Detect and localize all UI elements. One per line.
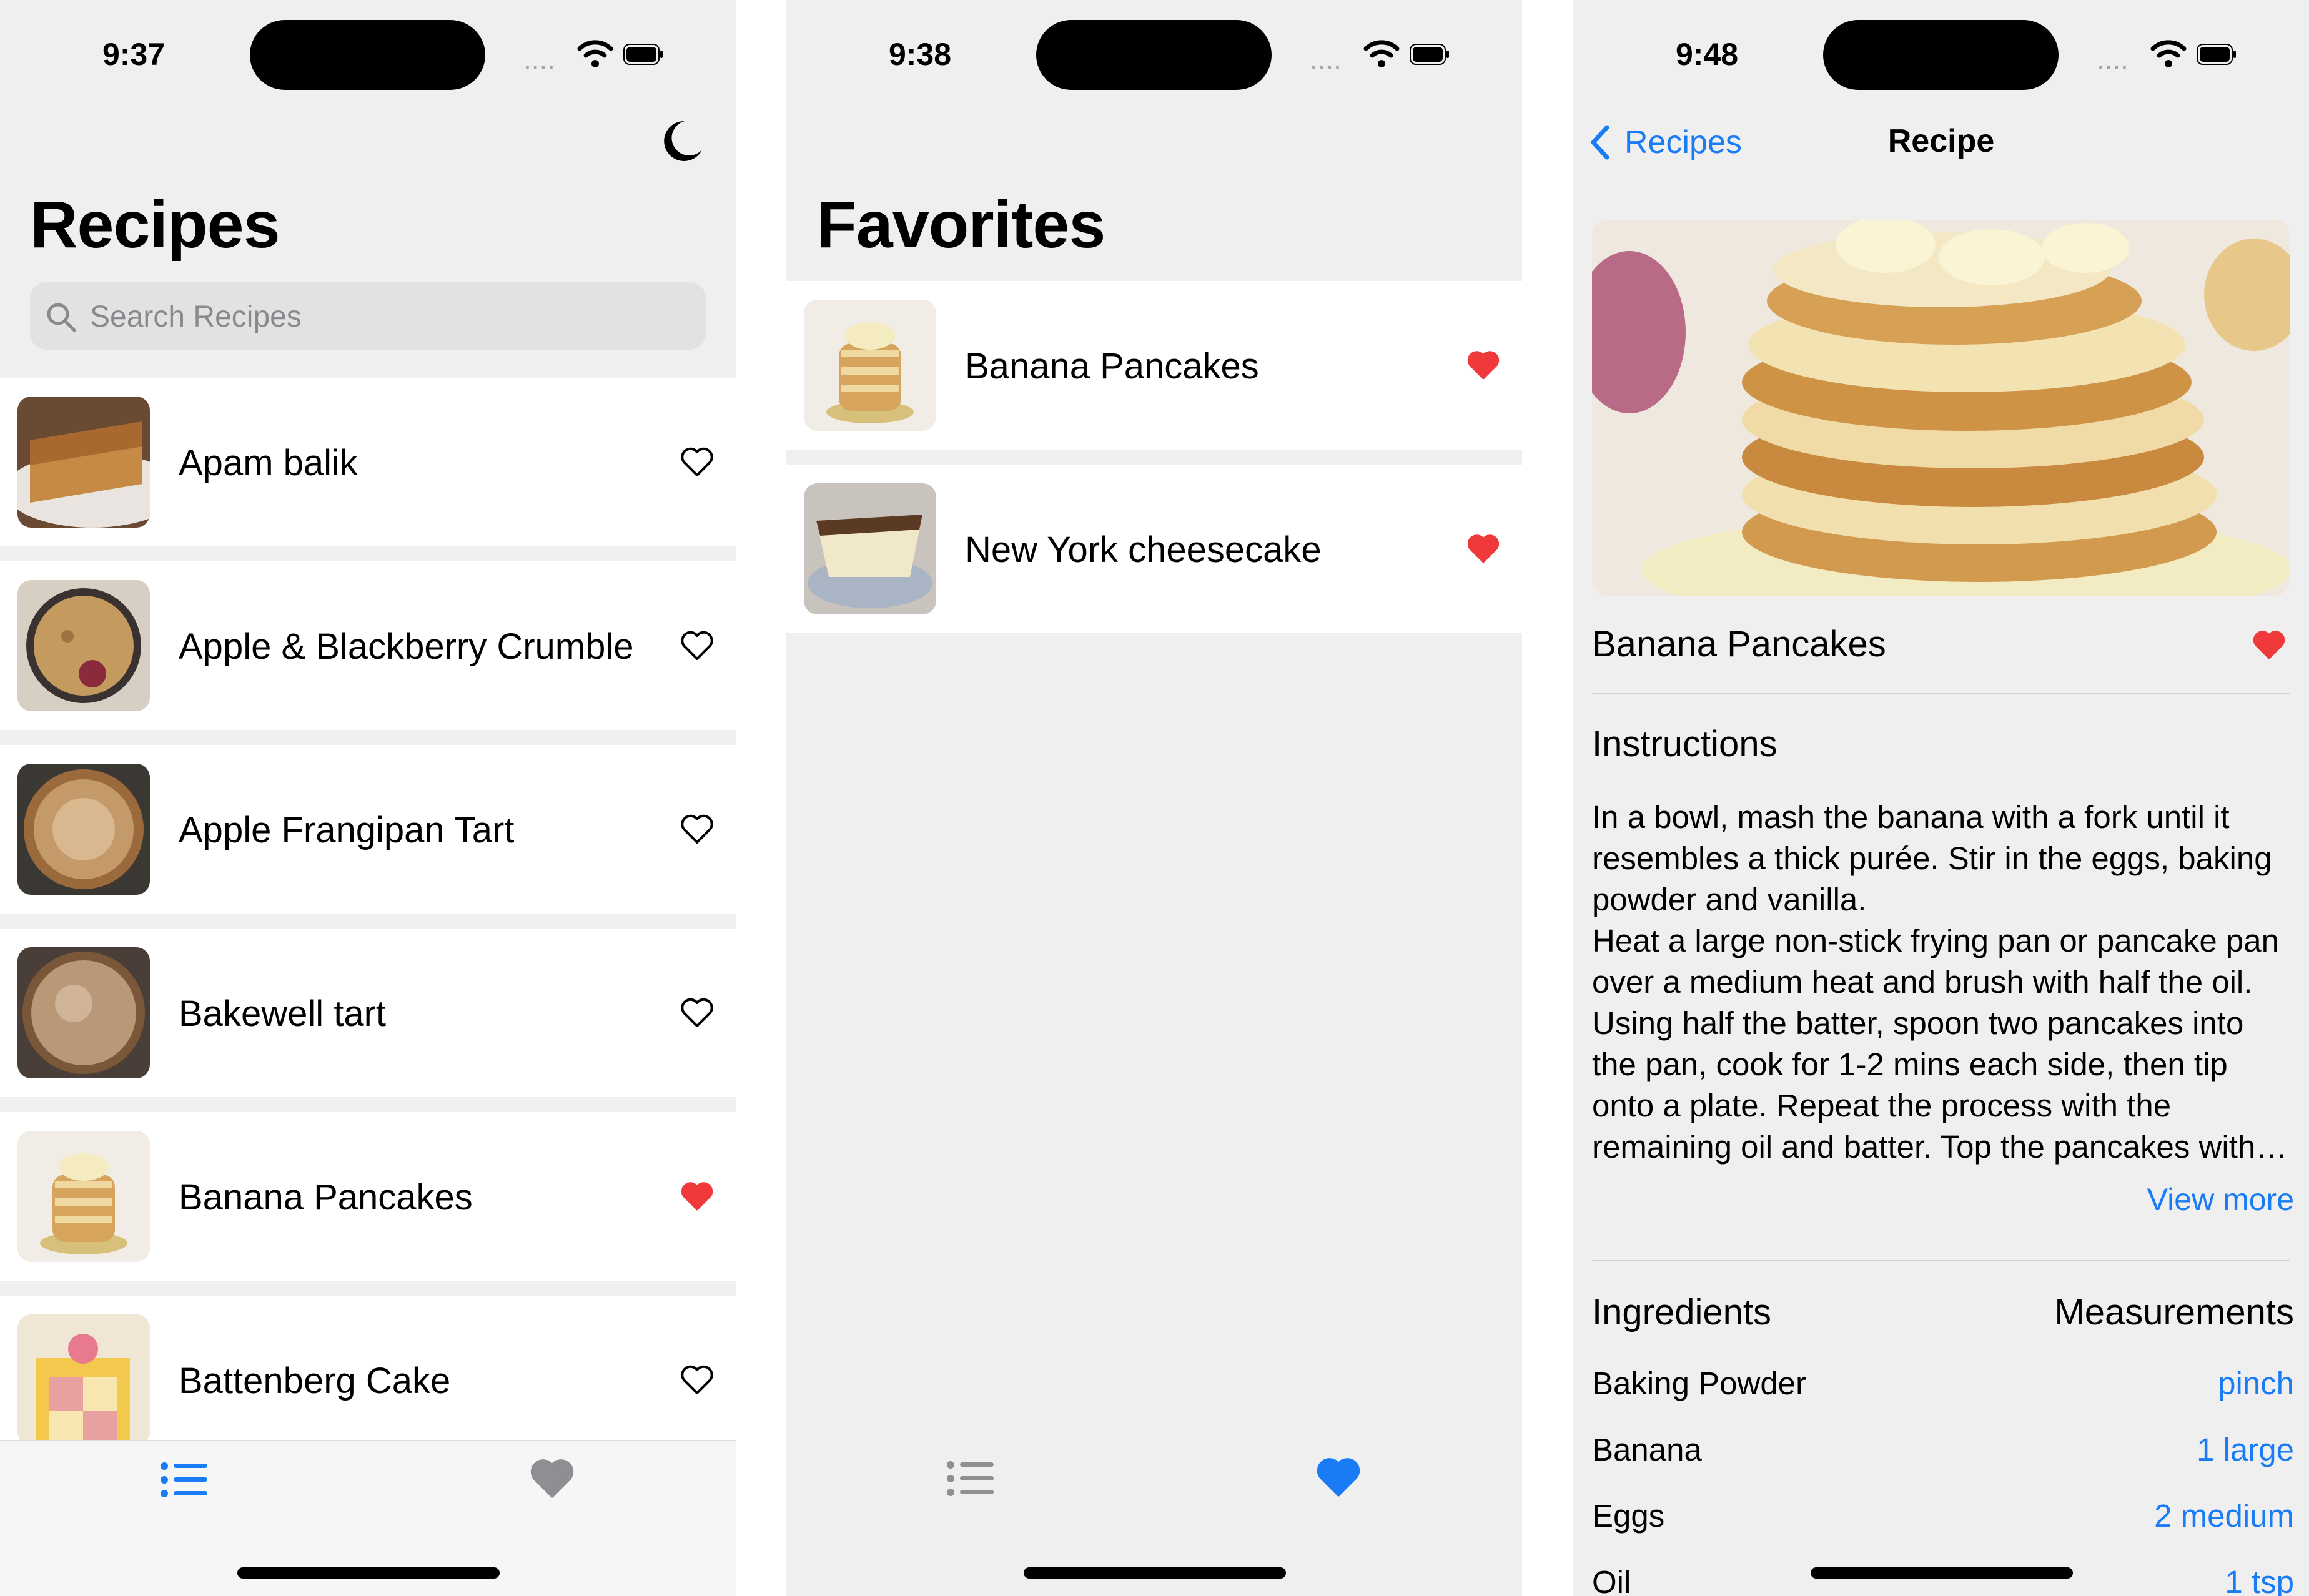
search-field[interactable]: Search Recipes [30,282,706,350]
ingredient-measure: 1 large [2197,1432,2294,1467]
ingredient-measure: pinch [2218,1366,2294,1401]
nav-title: Recipe [1887,123,1995,159]
recipe-row-apam-balik[interactable]: Apam balik [0,378,736,546]
signal-dots-icon: ···· [2098,56,2130,79]
recipe-thumbnail [17,764,150,895]
recipes-screen: 9:37 ···· Recipes Search Recipes Apam ba… [0,0,736,1596]
recipe-thumbnail [17,397,150,528]
heart-outline-icon[interactable] [680,997,714,1028]
heart-filled-icon[interactable] [680,1181,714,1212]
recipe-row-battenberg-cake[interactable]: Battenberg Cake [0,1296,736,1464]
recipe-name: Bakewell tart [179,993,387,1034]
recipe-row-banana-pancakes[interactable]: Banana Pancakes [0,1112,736,1281]
recipe-name: Apple Frangipan Tart [179,810,515,850]
recipe-thumbnail [17,947,150,1078]
recipe-name: Battenberg Cake [179,1361,451,1401]
recipe-name: Apple & Blackberry Crumble [179,626,634,667]
ingredient-name: Baking Powder [1592,1366,1807,1401]
signal-dots-icon: ···· [525,56,556,79]
favorites-screen: 9:38 ···· Favorites Banana Pancakes New … [786,0,1522,1596]
recipe-name: Banana Pancakes [965,346,1259,387]
recipe-name: Apam balik [179,443,358,483]
status-icons: ···· [1311,39,1467,79]
heart-filled-icon[interactable] [2252,629,2287,661]
recipe-thumbnail [17,1131,150,1262]
status-time: 9:48 [1675,37,1739,72]
divider [1592,1260,2290,1261]
page-title: Recipes [30,188,280,262]
recipe-row-apple-blackberry-crumble[interactable]: Apple & Blackberry Crumble [0,561,736,730]
battery-icon [623,44,663,65]
home-indicator[interactable] [1811,1567,2073,1579]
recipe-row-apple-frangipan-tart[interactable]: Apple Frangipan Tart [0,745,736,914]
status-time: 9:38 [888,37,952,72]
ingredient-name: Eggs [1592,1498,1665,1534]
favorite-row-new-york-cheesecake[interactable]: New York cheesecake [786,465,1522,633]
ingredient-measure: 1 tsp [2225,1564,2294,1596]
instructions-text: In a bowl, mash the banana with a fork u… [1592,799,2279,1165]
recipe-thumbnail [804,483,936,614]
wifi-icon [1363,40,1400,67]
moon-icon[interactable] [660,119,705,164]
ingredients-heading: Ingredients [1592,1292,1771,1332]
recipe-title: Banana Pancakes [1592,624,1886,664]
measurements-heading: Measurements [2054,1292,2294,1332]
dynamic-island [1036,20,1272,90]
home-indicator[interactable] [1024,1567,1286,1579]
home-indicator[interactable] [237,1567,500,1579]
search-icon [47,303,76,332]
heart-filled-icon[interactable] [1466,533,1501,564]
battery-icon [2197,44,2236,65]
heart-icon[interactable] [1315,1456,1362,1499]
list-icon[interactable] [160,1460,207,1500]
wifi-icon [577,40,613,67]
heart-filled-icon[interactable] [1466,350,1501,381]
heart-outline-icon[interactable] [680,814,714,845]
wifi-icon [2150,40,2187,67]
instructions-heading: Instructions [1592,724,1777,764]
battery-icon [1410,44,1449,65]
status-icons: ···· [2098,39,2254,79]
ingredient-name: Oil [1592,1564,1631,1596]
recipe-name: Banana Pancakes [179,1177,473,1218]
dynamic-island [250,20,485,90]
recipe-row-bakewell-tart[interactable]: Bakewell tart [0,929,736,1097]
view-more-link[interactable]: View more [2147,1181,2294,1218]
list-icon[interactable] [946,1459,994,1499]
page-title: Favorites [816,188,1105,262]
ingredient-measure: 2 medium [2154,1498,2294,1534]
recipe-hero-image [1592,220,2290,596]
heart-outline-icon[interactable] [680,446,714,478]
recipe-thumbnail [17,580,150,711]
heart-icon[interactable] [528,1457,576,1500]
recipe-thumbnail [17,1314,150,1446]
status-time: 9:37 [102,37,166,72]
status-icons: ···· [525,39,681,79]
search-placeholder: Search Recipes [90,300,302,333]
recipe-detail-screen: 9:48 ···· Recipes Recipe Banana Pancakes… [1573,0,2309,1596]
recipe-name: New York cheesecake [965,530,1322,570]
dynamic-island [1823,20,2059,90]
ingredient-name: Banana [1592,1432,1702,1467]
heart-outline-icon[interactable] [680,630,714,661]
divider [1592,693,2290,694]
favorite-row-banana-pancakes[interactable]: Banana Pancakes [786,281,1522,450]
heart-outline-icon[interactable] [680,1364,714,1396]
signal-dots-icon: ···· [1311,56,1343,79]
recipe-thumbnail [804,300,936,431]
